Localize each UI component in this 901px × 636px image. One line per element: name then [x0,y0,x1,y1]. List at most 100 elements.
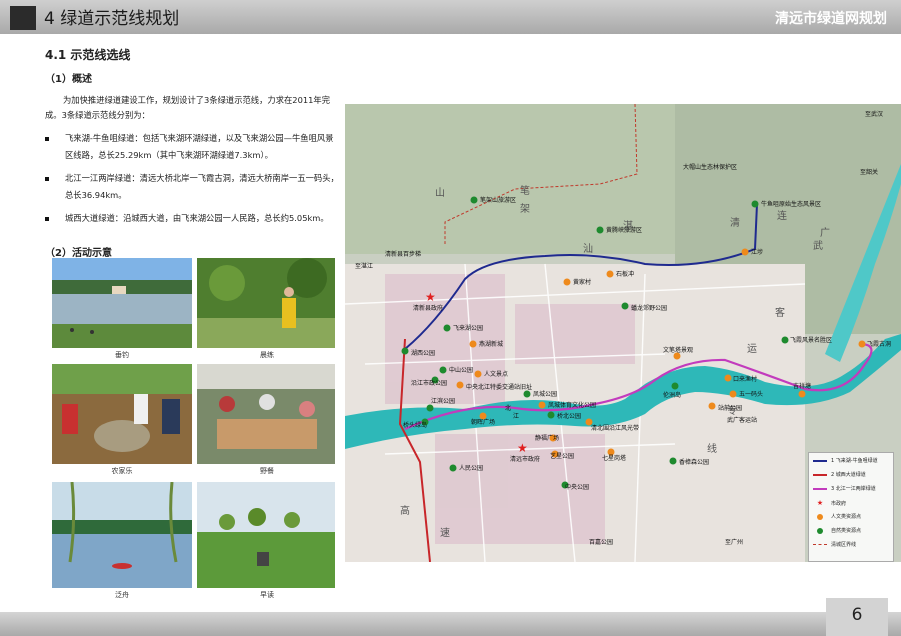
svg-text:百嘉公园: 百嘉公园 [589,538,613,546]
route3-swatch-icon [813,487,827,490]
page-number: 6 [826,598,888,636]
map-region-label: 速 [440,527,450,539]
map-marker-cultural [469,340,477,348]
map-region-label: 汕 [583,243,593,255]
legend-item-cultural: 人文类资源点 [813,513,861,520]
star-icon: ★ [816,499,824,507]
svg-text:江埗: 江埗 [751,248,763,256]
map-marker-natural [596,226,604,234]
map-region-label: 至韶关 [860,168,878,176]
map-region-label: 至广州 [725,538,743,546]
svg-text:人文景点: 人文景点 [484,370,508,378]
map-marker-cultural [798,390,806,398]
map-region-label: 武 [813,239,823,252]
bullet-dot-icon [45,177,49,181]
svg-text:中央公园: 中央公园 [565,483,589,491]
map-marker-natural [443,324,451,332]
svg-text:武广客运站: 武广客运站 [727,416,757,424]
photo-farmhouse [52,364,192,464]
intro-paragraph: 为加快推进绿道建设工作，规划设计了3条绿道示范线，力求在2011年完成。3条绿道… [45,95,331,120]
map-region-label: 架 [520,203,530,215]
footer-bar [0,612,901,636]
map-marker-natural [439,366,447,374]
svg-text:中央北江特委交通站旧址: 中央北江特委交通站旧址 [466,383,532,391]
dashed-line-icon [813,544,827,545]
bullet-dot-icon [45,137,49,141]
svg-text:香樟森公园: 香樟森公园 [679,458,709,466]
legend-item-natural: 自然类资源点 [813,527,861,534]
svg-text:沿江市政公园: 沿江市政公园 [411,379,447,387]
map-marker-cultural [741,248,749,256]
svg-text:文笔塔景观: 文笔塔景观 [663,346,693,354]
svg-text:蟠龙郊野公园: 蟠龙郊野公园 [631,304,667,312]
svg-text:牛鱼咀原始生态风景区: 牛鱼咀原始生态风景区 [761,200,821,208]
caption-fishing: 垂钓 [115,351,129,359]
government-star-icon: ★ [517,441,528,455]
photo-morning-exercise [197,258,335,348]
svg-text:飞霞古洞: 飞霞古洞 [867,340,891,348]
legend-item-government: ★ 市政府 [813,499,846,507]
map-marker-cultural [724,374,732,382]
map-marker-cultural [538,401,546,409]
legend-item-route3: 3 北江一江两岸绿道 [813,485,876,492]
svg-text:七星岗塔: 七星岗塔 [602,454,626,462]
svg-text:湖西公园: 湖西公园 [411,349,435,357]
map-region-label: 笔 [520,184,530,197]
government-star-icon: ★ [425,290,436,304]
bullet-item: 飞来湖-牛鱼咀绿道：包括飞来湖环湖绿道，以及飞来湖公园—牛鱼咀风景区线路，总长2… [45,130,341,164]
photo-boating [52,482,192,588]
legend-item-route1: 1 飞来湖-牛鱼咀绿道 [813,457,878,464]
svg-text:清北围沿江风光带: 清北围沿江风光带 [591,424,639,432]
section-number-badge [10,6,36,30]
map-marker-natural [401,347,409,355]
map-marker-cultural [606,270,614,278]
activity-heading: （2）活动示意 [45,248,112,259]
svg-text:凤城公园: 凤城公园 [533,391,557,398]
orange-dot-icon [817,513,823,520]
bullet-list: 飞来湖-牛鱼咀绿道：包括飞来湖环湖绿道，以及飞来湖公园—牛鱼咀风景区线路，总长2… [45,130,341,233]
bullet-item: 北江一江两岸绿道：清远大桥北岸一飞霞古洞，清远大桥南岸一五一码头，总长36.94… [45,170,341,204]
map-region-label: 运 [747,343,757,355]
route2-swatch-icon [813,473,827,476]
page-title: 4 绿道示范线规划 [44,4,179,29]
bullet-dot-icon [45,217,49,221]
map-marker-natural [751,200,759,208]
svg-text:口来渔村: 口来渔村 [733,375,757,383]
caption-morning-reading: 早读 [260,591,274,599]
map-region-label: 连 [777,209,787,222]
svg-text:清新县政府: 清新县政府 [413,304,443,312]
svg-text:站前公园: 站前公园 [718,404,742,412]
caption-farmhouse: 农家乐 [111,467,133,475]
svg-text:江滨公园: 江滨公园 [431,397,455,405]
svg-text:黄腾峡旅游区: 黄腾峡旅游区 [606,226,642,234]
map-marker-cultural [729,390,737,398]
map-marker-natural [671,382,679,390]
map-marker-natural [426,404,434,412]
map-marker-cultural [563,278,571,286]
bullet-item: 城西大道绿道：沿城西大道，由飞来湖公园一人民路，总长约5.05km。 [45,210,341,227]
svg-text:静福广场: 静福广场 [535,434,559,442]
legend-item-boundary: 清城区界线 [813,541,856,548]
green-dot-icon [817,527,823,534]
svg-text:飞霞风景名胜区: 飞霞风景名胜区 [790,336,832,344]
photo-picnic [197,364,335,464]
map-marker-natural [523,390,531,398]
map-marker-natural [669,457,677,465]
map-marker-cultural [474,370,482,378]
map-region-label: 北 [505,404,511,412]
map-marker-natural [470,196,478,204]
svg-text:石板冲: 石板冲 [616,270,634,278]
svg-text:中山公园: 中山公园 [449,366,473,374]
svg-text:清远市政府: 清远市政府 [510,455,540,463]
map-marker-cultural [858,340,866,348]
map-region-label: 线 [707,442,717,455]
map-marker-natural [781,336,789,344]
map-region-label: 山 [435,187,445,199]
photo-fishing [52,258,192,348]
svg-text:飞来湖公园: 飞来湖公园 [453,324,483,332]
section-number: 4 [44,9,55,29]
svg-text:朝晖广场: 朝晖广场 [471,418,495,426]
map-legend: 1 飞来湖-牛鱼咀绿道 2 城西大道绿道 3 北江一江两岸绿道 ★ 市政府 人文类… [808,452,894,562]
caption-boating: 泛舟 [115,591,129,599]
map-marker-natural [621,302,629,310]
